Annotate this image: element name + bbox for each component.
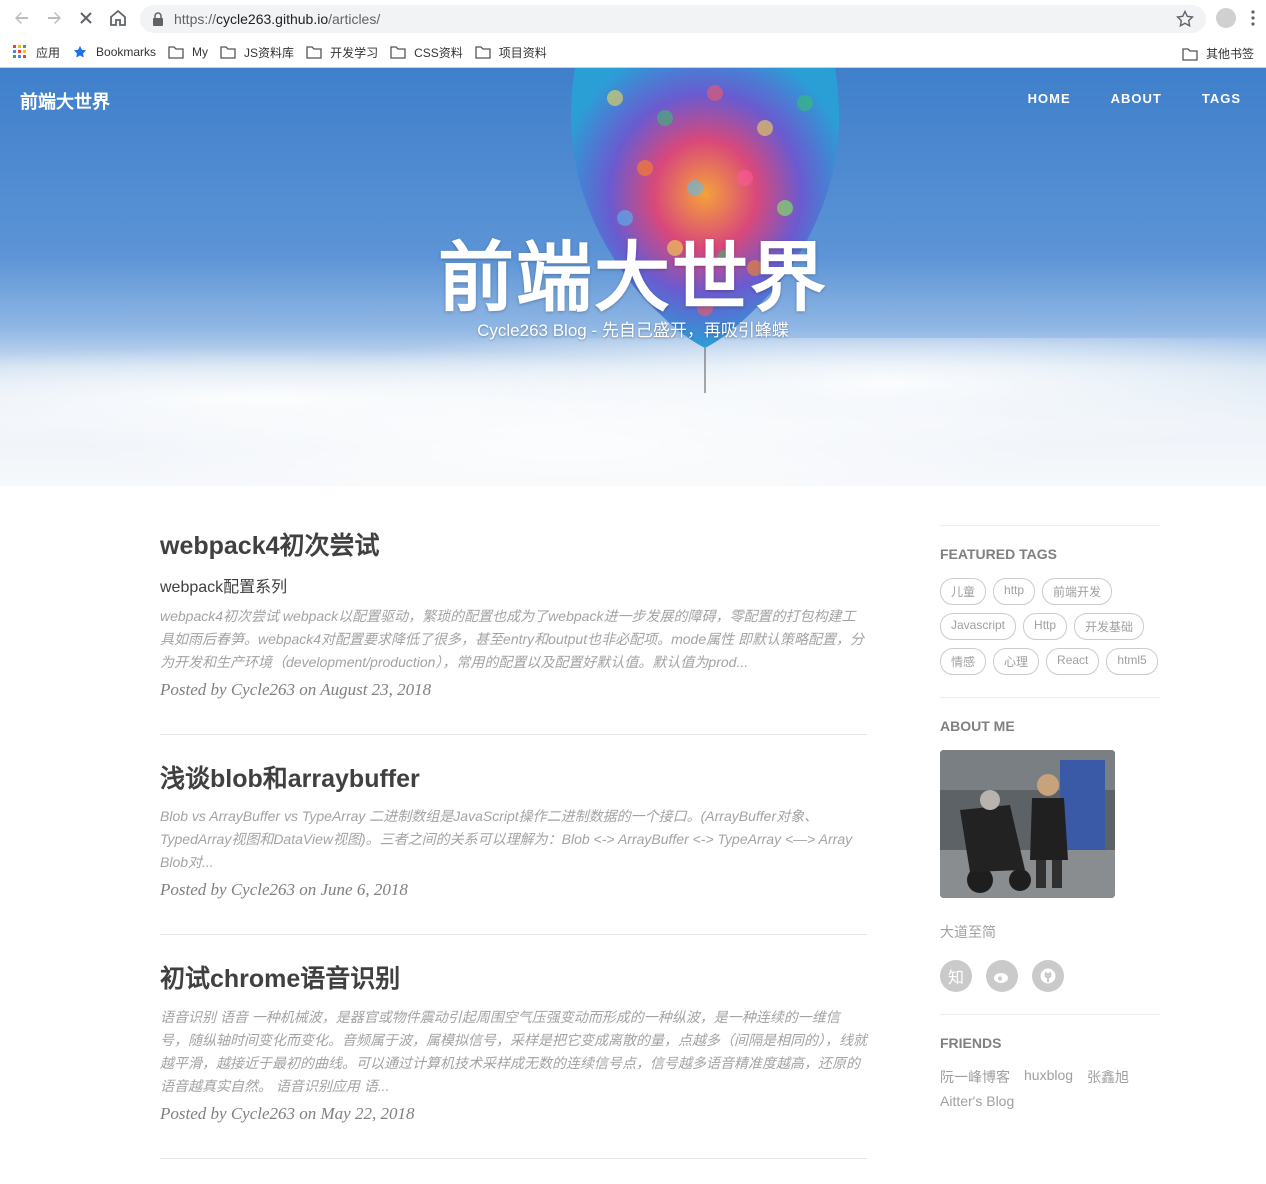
back-button[interactable] xyxy=(6,2,38,34)
post-title-link[interactable]: 浅谈blob和arraybuffer xyxy=(160,763,867,796)
star-icon xyxy=(73,45,87,58)
folder-icon xyxy=(306,46,322,59)
tag-item[interactable]: 前端开发 xyxy=(1042,578,1113,605)
friend-link[interactable]: huxblog xyxy=(1024,1067,1073,1087)
friends-section: FRIENDS 阮一峰博客 huxblog 张鑫旭 Aitter's Blog xyxy=(940,1014,1160,1109)
post-subtitle: webpack配置系列 xyxy=(160,578,288,596)
tag-item[interactable]: http xyxy=(993,578,1036,605)
home-icon xyxy=(110,9,126,26)
url-text: https://cycle263.github.io/articles/ xyxy=(174,11,381,27)
friends-list: 阮一峰博客 huxblog 张鑫旭 Aitter's Blog xyxy=(940,1067,1160,1109)
bookmarks-bar: 应用 Bookmarks My JS资料库 开发学习 CSS资料 项目资料 其他… xyxy=(0,37,1266,68)
about-me-description: 大道至简 xyxy=(940,924,996,940)
friends-title: FRIENDS xyxy=(940,1035,1002,1051)
bookmark-folder-my[interactable]: My xyxy=(168,45,208,59)
browser-toolbar: https://cycle263.github.io/articles/ xyxy=(0,0,1266,37)
folder-icon xyxy=(1182,47,1198,61)
about-me-title: ABOUT ME xyxy=(940,718,1015,734)
hero-banner: 前端大世界 HOME ABOUT TAGS 前端大世界 Cycle263 Blo… xyxy=(0,68,1266,486)
bookmark-folder-project[interactable]: 项目资料 xyxy=(475,44,547,61)
close-icon xyxy=(80,12,92,24)
tag-cloud: 儿童 http 前端开发 Javascript Http 开发基础 情感 心理 … xyxy=(940,578,1160,675)
post-meta: Posted by Cycle263 on August 23, 2018 xyxy=(160,679,432,699)
bookmark-bookmarks[interactable]: Bookmarks xyxy=(72,45,156,59)
hero-title: 前端大世界 xyxy=(438,236,828,321)
tag-item[interactable]: 心理 xyxy=(993,648,1040,675)
friend-link[interactable]: Aitter's Blog xyxy=(940,1093,1014,1109)
nav-about[interactable]: ABOUT xyxy=(1111,91,1162,106)
friend-link[interactable]: 张鑫旭 xyxy=(1087,1067,1129,1087)
arrow-left-icon xyxy=(15,12,28,24)
tag-item[interactable]: Http xyxy=(1023,613,1068,640)
post-title-link[interactable]: 初试chrome语音识别 xyxy=(160,963,867,996)
bookmark-folder-css[interactable]: CSS资料 xyxy=(390,44,463,61)
nav-home[interactable]: HOME xyxy=(1028,91,1071,106)
folder-icon xyxy=(475,46,491,59)
home-button[interactable] xyxy=(102,2,134,34)
post-excerpt: webpack4初次尝试 webpack以配置驱动，繁琐的配置也成为了webpa… xyxy=(160,607,864,670)
tag-item[interactable]: 情感 xyxy=(940,648,987,675)
post-title-link[interactable]: webpack4初次尝试 xyxy=(160,530,867,563)
zhihu-icon[interactable]: 知 xyxy=(940,960,972,992)
about-me-section: ABOUT ME 大道至简 知 xyxy=(940,697,1160,992)
folder-icon xyxy=(168,46,184,59)
featured-tags-title: FEATURED TAGS xyxy=(940,546,1057,562)
stop-loading-button[interactable] xyxy=(70,2,102,34)
post-excerpt: Blob vs ArrayBuffer vs TypeArray 二进制数组是J… xyxy=(160,808,853,870)
folder-icon xyxy=(390,46,406,59)
post-list: webpack4初次尝试 webpack配置系列 webpack4初次尝试 we… xyxy=(160,530,867,1184)
sidebar: FEATURED TAGS 儿童 http 前端开发 Javascript Ht… xyxy=(940,525,1160,1109)
other-bookmarks[interactable]: 其他书签 xyxy=(1182,45,1254,62)
weibo-icon[interactable] xyxy=(986,960,1018,992)
about-me-photo xyxy=(940,750,1115,898)
folder-icon xyxy=(220,46,236,59)
post-excerpt: 语音识别 语音 一种机械波，是器官或物件震动引起周围空气压强变动而形成的一种纵波… xyxy=(160,1008,867,1094)
social-links: 知 xyxy=(940,960,1160,992)
arrow-right-icon xyxy=(48,12,61,24)
profile-avatar[interactable] xyxy=(1216,8,1236,28)
apps-grid-icon xyxy=(13,45,26,58)
tag-item[interactable]: React xyxy=(1046,648,1100,675)
tag-item[interactable]: 儿童 xyxy=(940,578,987,605)
more-menu-icon[interactable] xyxy=(1250,9,1256,27)
street-photo-image xyxy=(940,750,1115,898)
tag-item[interactable]: Javascript xyxy=(940,613,1017,640)
address-bar[interactable]: https://cycle263.github.io/articles/ xyxy=(140,5,1206,33)
bookmark-folder-js[interactable]: JS资料库 xyxy=(220,44,294,61)
post-meta: Posted by Cycle263 on June 6, 2018 xyxy=(160,880,408,899)
post-preview: 初试chrome语音识别 语音识别 语音 一种机械波，是器官或物件震动引起周围空… xyxy=(160,963,867,1159)
tag-item[interactable]: html5 xyxy=(1106,648,1158,675)
forward-button[interactable] xyxy=(38,2,70,34)
site-nav: HOME ABOUT TAGS xyxy=(1028,91,1241,106)
bookmark-star-icon[interactable] xyxy=(1176,10,1194,28)
post-meta: Posted by Cycle263 on May 22, 2018 xyxy=(160,1103,415,1123)
nav-tags[interactable]: TAGS xyxy=(1202,91,1241,106)
tag-item[interactable]: 开发基础 xyxy=(1074,613,1145,640)
bookmark-apps[interactable]: 应用 xyxy=(12,44,60,61)
github-icon[interactable] xyxy=(1032,960,1064,992)
bookmark-folder-dev[interactable]: 开发学习 xyxy=(306,44,378,61)
lock-icon xyxy=(153,12,163,26)
site-brand[interactable]: 前端大世界 xyxy=(20,88,110,114)
hero-subtitle: Cycle263 Blog - 先自己盛开，再吸引蜂蝶 xyxy=(477,321,789,340)
friend-link[interactable]: 阮一峰博客 xyxy=(940,1067,1010,1087)
post-preview: webpack4初次尝试 webpack配置系列 webpack4初次尝试 we… xyxy=(160,530,867,735)
post-preview: 浅谈blob和arraybuffer Blob vs ArrayBuffer v… xyxy=(160,763,867,935)
featured-tags-section: FEATURED TAGS 儿童 http 前端开发 Javascript Ht… xyxy=(940,525,1160,675)
